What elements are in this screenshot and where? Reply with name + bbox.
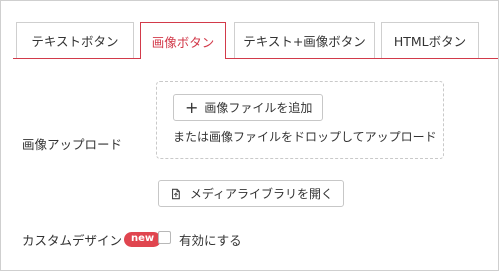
plus-icon: + bbox=[185, 97, 199, 117]
image-dropzone[interactable]: + 画像ファイルを追加 または画像ファイルをドロップしてアップロード bbox=[156, 81, 444, 159]
new-badge: new bbox=[124, 232, 162, 247]
enable-custom-design-checkbox[interactable] bbox=[158, 231, 171, 244]
tab-image-button[interactable]: 画像ボタン bbox=[140, 22, 226, 59]
custom-design-label: カスタムデザイン bbox=[22, 233, 123, 248]
add-image-file-button[interactable]: + 画像ファイルを追加 bbox=[173, 94, 323, 121]
tab-underline bbox=[13, 58, 498, 59]
tab-text-button[interactable]: テキストボタン bbox=[16, 22, 134, 58]
add-image-file-label: 画像ファイルを追加 bbox=[204, 101, 313, 115]
open-media-library-label: メディアライブラリを開く bbox=[189, 187, 333, 201]
document-icon bbox=[171, 188, 180, 199]
enable-custom-design-label[interactable]: 有効にする bbox=[179, 230, 242, 249]
open-media-library-button[interactable]: メディアライブラリを開く bbox=[158, 180, 344, 207]
image-upload-label: 画像アップロード bbox=[22, 137, 123, 152]
button-settings-panel: テキストボタン 画像ボタン テキスト+画像ボタン HTMLボタン 画像アップロー… bbox=[0, 0, 499, 271]
drop-hint-text: または画像ファイルをドロップしてアップロード bbox=[173, 130, 437, 144]
tab-html-button[interactable]: HTMLボタン bbox=[381, 22, 479, 58]
custom-design-label-row: カスタムデザイン new bbox=[22, 230, 162, 249]
tab-text-image-button[interactable]: テキスト+画像ボタン bbox=[234, 22, 375, 58]
tab-bar: テキストボタン 画像ボタン テキスト+画像ボタン HTMLボタン bbox=[1, 1, 498, 59]
